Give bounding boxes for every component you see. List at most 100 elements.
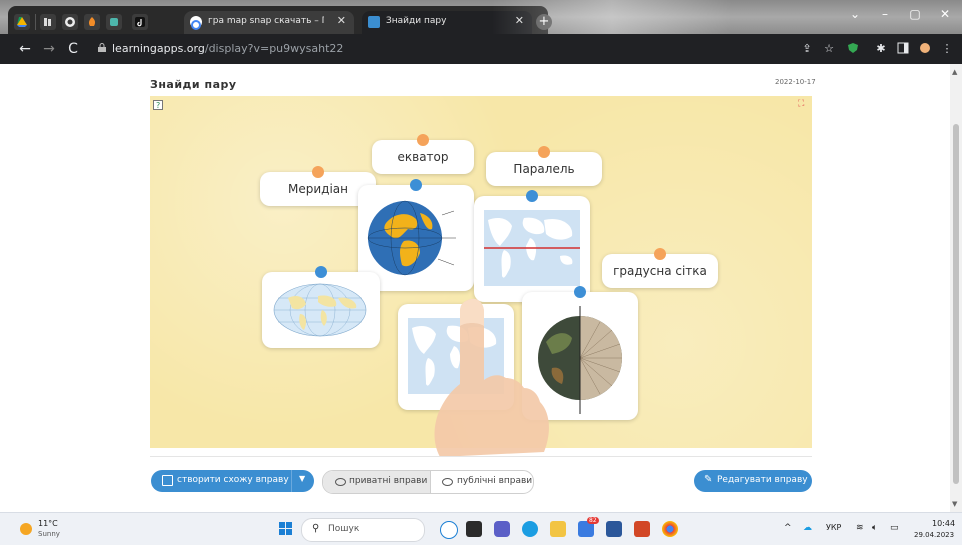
scroll-down-icon[interactable]: ▼ xyxy=(952,500,957,508)
sun-icon[interactable] xyxy=(20,523,32,535)
word-icon[interactable] xyxy=(606,521,622,537)
card-paralel-label: Паралель xyxy=(513,162,575,176)
drive-icon xyxy=(17,17,27,27)
bookmark-star-icon[interactable]: ☆ xyxy=(822,42,836,56)
connector-dot[interactable] xyxy=(312,166,324,178)
card-ekvator-label: екватор xyxy=(397,150,449,164)
app-date: 2022-10-17 xyxy=(775,78,816,86)
page-scrollbar[interactable]: ▲ ▼ xyxy=(950,64,962,512)
clock-time[interactable]: 10:44 xyxy=(932,519,955,528)
maximize-button[interactable]: ▢ xyxy=(902,4,928,26)
connector-dot[interactable] xyxy=(526,190,538,202)
edge-icon[interactable] xyxy=(522,521,538,537)
search-placeholder: Пошук xyxy=(328,524,360,534)
google-icon xyxy=(190,16,202,30)
scroll-up-icon[interactable]: ▲ xyxy=(952,68,957,76)
close-window-button[interactable]: ✕ xyxy=(932,4,958,26)
visibility-toggle: приватні вправи публічні вправи xyxy=(322,470,534,494)
connector-dot[interactable] xyxy=(410,179,422,191)
scrollbar-thumb[interactable] xyxy=(953,124,959,484)
card-image-grid-map[interactable] xyxy=(262,266,380,348)
powerpoint-icon[interactable] xyxy=(634,521,650,537)
app-icon xyxy=(110,18,118,26)
reload-button[interactable]: C xyxy=(64,40,82,58)
page-content: Знайди пару 2022-10-17 ? ⛶ екватор Мерид… xyxy=(0,64,950,512)
connector-dot[interactable] xyxy=(654,248,666,260)
card-image-equator-map[interactable] xyxy=(474,190,590,302)
card-paralel[interactable]: Паралель xyxy=(486,146,602,186)
shield-extension-icon[interactable] xyxy=(846,42,860,56)
edit-exercise-button[interactable]: ✎ Редагувати вправу xyxy=(694,470,812,492)
back-button[interactable]: ← xyxy=(16,40,34,58)
pointing-hand-overlay xyxy=(434,298,549,457)
taskbar-search[interactable]: ⚲ Пошук xyxy=(301,518,425,542)
url-host: learningapps.org xyxy=(112,42,205,55)
file-explorer-icon[interactable] xyxy=(550,521,566,537)
private-exercises-button[interactable]: приватні вправи xyxy=(323,471,431,493)
pinned-tab-drive[interactable] xyxy=(14,14,30,30)
minimize-button[interactable]: – xyxy=(872,4,898,26)
tab-close-icon[interactable]: ✕ xyxy=(337,14,346,27)
weather-temperature[interactable]: 11°C xyxy=(38,519,58,528)
connector-dot[interactable] xyxy=(538,146,550,158)
card-ekvator[interactable]: екватор xyxy=(372,134,474,174)
create-similar-button[interactable]: створити схожу вправу ▼ xyxy=(151,470,314,492)
address-bar[interactable]: learningapps.org/display?v=pu9wysaht22 xyxy=(96,38,790,60)
world-map-equator-image xyxy=(484,210,580,286)
fullscreen-icon[interactable]: ⛶ xyxy=(798,99,804,109)
task-view-icon[interactable] xyxy=(466,521,482,537)
footer-separator xyxy=(150,456,812,457)
card-meridian-label: Меридіан xyxy=(288,182,348,196)
extensions-puzzle-icon[interactable]: ✱ xyxy=(874,42,888,56)
notification-badge: 82 xyxy=(587,517,599,524)
graticule-map-image xyxy=(273,283,367,337)
connector-dot[interactable] xyxy=(574,286,586,298)
flame-icon xyxy=(88,17,96,26)
profile-avatar[interactable] xyxy=(918,42,932,56)
pinned-tab-tiktok[interactable] xyxy=(132,14,148,30)
windows-start-icon[interactable] xyxy=(279,522,293,536)
dropdown-caret-icon[interactable]: ▼ xyxy=(299,474,305,483)
chrome-icon[interactable] xyxy=(662,521,678,537)
clock-date[interactable]: 29.04.2023 xyxy=(914,531,954,539)
bing-app-icon[interactable] xyxy=(440,521,458,539)
card-hradusna[interactable]: градусна сітка xyxy=(602,248,718,288)
pinned-tab-library[interactable] xyxy=(40,14,56,30)
tab-learningapps[interactable]: Знайди пару ✕ xyxy=(362,11,532,34)
browser-menu-icon[interactable]: ⋮ xyxy=(940,42,954,56)
pinned-tab-github[interactable] xyxy=(62,14,78,30)
button-split-divider xyxy=(291,470,292,492)
edit-exercise-label: Редагувати вправу xyxy=(717,475,808,485)
forward-button[interactable]: → xyxy=(40,40,58,58)
search-icon: ⚲ xyxy=(312,523,320,534)
pinned-tab-flame[interactable] xyxy=(84,14,100,30)
tab-search[interactable]: гра map snap скачать – Пошук ✕ xyxy=(184,11,354,34)
library-icon xyxy=(44,18,51,26)
connector-dot[interactable] xyxy=(315,266,327,278)
tiktok-icon xyxy=(135,17,145,27)
tab-search-dropdown-button[interactable]: ⌄ xyxy=(842,4,868,26)
language-indicator[interactable]: УКР xyxy=(826,523,841,532)
public-exercises-label: публічні вправи xyxy=(457,476,533,486)
new-tab-button[interactable]: + xyxy=(536,14,552,30)
store-icon[interactable]: 82 xyxy=(578,517,599,537)
volume-icon[interactable]: 🔈︎ xyxy=(872,523,877,533)
tray-chevron-icon[interactable]: ^ xyxy=(784,523,792,533)
url-path: /display?v=pu9wysaht22 xyxy=(204,42,344,55)
side-panel-icon[interactable] xyxy=(896,42,910,56)
svg-text:?: ? xyxy=(156,101,160,110)
tab-close-icon[interactable]: ✕ xyxy=(515,14,524,27)
create-similar-label: створити схожу вправу xyxy=(177,475,289,485)
teams-icon[interactable] xyxy=(494,521,510,537)
lock-icon xyxy=(98,43,106,52)
clipped-content-row xyxy=(0,501,950,512)
pinned-tab-settings[interactable] xyxy=(106,14,122,30)
onedrive-icon[interactable]: ☁ xyxy=(803,523,812,533)
wifi-icon[interactable]: ≋ xyxy=(856,523,864,533)
card-hradusna-label: градусна сітка xyxy=(613,264,707,278)
help-icon[interactable]: ? xyxy=(153,99,165,111)
connector-dot[interactable] xyxy=(417,134,429,146)
share-icon[interactable]: ⇪ xyxy=(800,42,814,56)
battery-icon[interactable]: ▭ xyxy=(890,523,899,533)
pencil-icon: ✎ xyxy=(704,474,713,485)
